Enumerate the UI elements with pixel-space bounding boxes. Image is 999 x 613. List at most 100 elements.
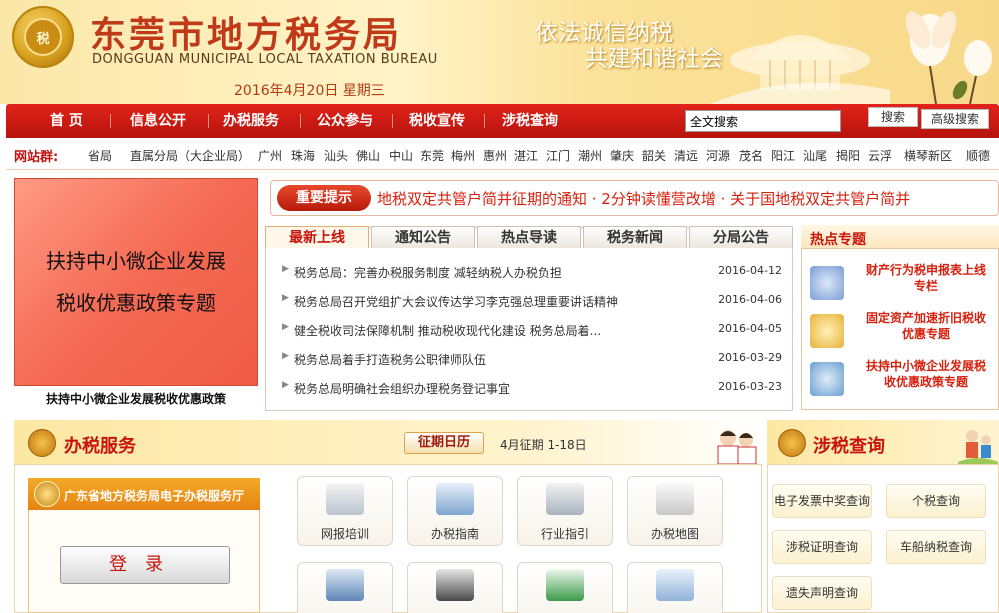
news-item[interactable]: ▶ 税务总局：完善办税服务制度 减轻纳税人办税负担 2016-04-12 [282,264,782,280]
service-tile[interactable] [407,562,503,613]
hot-topic-label: 固定资产加速折旧税收 优惠专题 [865,311,986,341]
hot-topic-label: 财产行为税申报表上线 专栏 [865,263,986,293]
site-link[interactable]: 湛江 [514,147,538,164]
tax-calendar-button[interactable]: 征期日历 [404,432,484,454]
book-icon [326,569,364,601]
search-button[interactable]: 搜索 [868,107,918,127]
site-title-english: DONGGUAN MUNICIPAL LOCAL TAXATION BUREAU [92,52,438,67]
site-link[interactable]: 梅州 [451,147,475,164]
site-link[interactable]: 顺德 [966,147,990,164]
search-input[interactable] [685,110,841,132]
nav-public-participation[interactable]: 公众参与 [317,104,373,138]
tax-certificate-query-button[interactable]: 涉税证明查询 [772,530,872,564]
site-link[interactable]: 广州 [258,147,282,164]
person-icon [810,266,844,300]
magnolia-flowers-decoration [905,11,992,104]
login-button[interactable]: 登录 [60,546,230,584]
service-tile[interactable]: 行业指引 [517,476,613,546]
banner-caption[interactable]: 扶持中小微企业发展税收优惠政策 [14,390,258,407]
hot-topic-item[interactable]: 固定资产加速折旧税收 优惠专题 [808,310,998,356]
site-link[interactable]: 清远 [674,147,698,164]
service-tile[interactable] [517,562,613,613]
vehicle-vessel-tax-query-button[interactable]: 车船纳税查询 [886,530,986,564]
emblem-text: 税 [24,18,62,56]
site-link[interactable]: 河源 [706,147,730,164]
family-illustration [958,430,998,464]
site-link[interactable]: 汕尾 [803,147,827,164]
site-link[interactable]: 汕头 [324,147,348,164]
feature-banner[interactable]: 扶持中小微企业发展 税收优惠政策专题 [14,178,258,386]
notice-marquee-text[interactable]: 地税双定共管户简并征期的通知 · 2分钟读懂营改增 · 关于国地税双定共管户简并 [377,188,910,209]
news-date: 2016-03-23 [718,380,782,393]
site-link[interactable]: 揭阳 [836,147,860,164]
e-tax-hall-title: 广东省地方税务局电子办税服务厅 [64,489,245,503]
e-invoice-lottery-query-button[interactable]: 电子发票中奖查询 [772,484,872,518]
service-tile[interactable]: 网报培训 [297,476,393,546]
training-icon [326,483,364,515]
news-title: 税务总局召开党组扩大会议传达学习李克强总理重要讲话精神 [294,295,619,309]
site-link[interactable]: 中山 [389,147,413,164]
service-tile[interactable] [627,562,723,613]
current-date: 2016年4月20日 星期三 [234,83,385,99]
important-notice-badge: 重要提示 [277,185,371,211]
news-item[interactable]: ▶ 税务总局召开党组扩大会议传达学习李克强总理重要讲话精神 2016-04-06 [282,293,782,309]
news-title: 健全税收司法保障机制 推动税收现代化建设 税务总局着... [294,324,602,338]
important-notice-bar: 重要提示 地税双定共管户简并征期的通知 · 2分钟读懂营改增 · 关于国地税双定… [270,180,999,216]
nav-separator [484,114,485,128]
tax-emblem-icon [778,429,806,457]
tab-hot-guide[interactable]: 热点导读 [477,226,581,248]
nav-tax-inquiry[interactable]: 涉税查询 [502,104,558,138]
nav-tax-publicity[interactable]: 税收宣传 [409,104,465,138]
service-tile-label: 办税指南 [430,527,479,541]
main-nav: 首 页 信息公开 办税服务 公众参与 税收宣传 涉税查询 [6,104,999,138]
site-link[interactable]: 云浮 [868,147,892,164]
site-link[interactable]: 茂名 [739,147,763,164]
site-link[interactable]: 横琴新区 [904,147,952,164]
nav-info-disclosure[interactable]: 信息公开 [130,104,186,138]
site-link[interactable]: 潮州 [578,147,602,164]
nav-tax-service[interactable]: 办税服务 [223,104,279,138]
tab-notices[interactable]: 通知公告 [371,226,475,248]
tax-service-title: 办税服务 [64,436,136,457]
site-link[interactable]: 直属分局（大企业局） [130,147,250,164]
loss-statement-query-button[interactable]: 遗失声明查询 [772,576,872,610]
site-link[interactable]: 佛山 [356,147,380,164]
coins-icon [810,314,844,348]
banner-line-1: 扶持中小微企业发展 [46,249,226,273]
site-title: 东莞市地方税务局 [90,14,403,56]
personal-tax-query-button[interactable]: 个税查询 [886,484,986,518]
site-group-label: 网站群: [14,150,59,165]
news-item[interactable]: ▶ 健全税收司法保障机制 推动税收现代化建设 税务总局着... 2016-04-… [282,322,782,338]
service-tile[interactable]: 办税地图 [627,476,723,546]
site-link[interactable]: 珠海 [291,147,315,164]
news-item[interactable]: ▶ 税务总局明确社会组织办理税务登记事宜 2016-03-23 [282,380,782,396]
advanced-search-button[interactable]: 高级搜索 [921,109,989,129]
site-link[interactable]: 江门 [546,147,570,164]
nav-home[interactable]: 首 页 [50,104,83,138]
tab-latest[interactable]: 最新上线 [265,226,369,248]
tax-emblem-icon [28,429,56,457]
service-tile[interactable]: 办税指南 [407,476,503,546]
tax-inquiry-title: 涉税查询 [813,436,885,457]
site-link[interactable]: 惠州 [483,147,507,164]
tax-emblem-logo: 税 [12,6,74,68]
site-header: 税 东莞市地方税务局 DONGGUAN MUNICIPAL LOCAL TAXA… [0,0,999,104]
tab-tax-news[interactable]: 税务新闻 [583,226,687,248]
site-link[interactable]: 省局 [88,147,112,164]
tab-branch-notices[interactable]: 分局公告 [689,226,793,248]
hot-topic-label: 扶持中小微企业发展税 收优惠政策专题 [865,359,986,389]
site-link[interactable]: 阳江 [771,147,795,164]
hot-topic-item[interactable]: 扶持中小微企业发展税 收优惠政策专题 [808,358,998,404]
site-link[interactable]: 东莞 [420,147,444,164]
tax-period-text: 4月征期 1-18日 [500,438,587,452]
news-item[interactable]: ▶ 税务总局着手打造税务公职律师队伍 2016-03-29 [282,351,782,367]
hot-topic-item[interactable]: 财产行为税申报表上线 专栏 [808,262,998,308]
bullet-icon: ▶ [282,380,289,390]
site-group-bar: 网站群: 省局 直属分局（大企业局） 广州 珠海 汕头 佛山 中山 东莞 梅州 … [6,138,999,170]
news-date: 2016-03-29 [718,351,782,364]
slogan: 依法诚信纳税 共建和谐社会 [535,20,723,72]
computer-icon [810,362,844,396]
service-tile[interactable] [297,562,393,613]
site-link[interactable]: 韶关 [642,147,666,164]
site-link[interactable]: 肇庆 [610,147,634,164]
